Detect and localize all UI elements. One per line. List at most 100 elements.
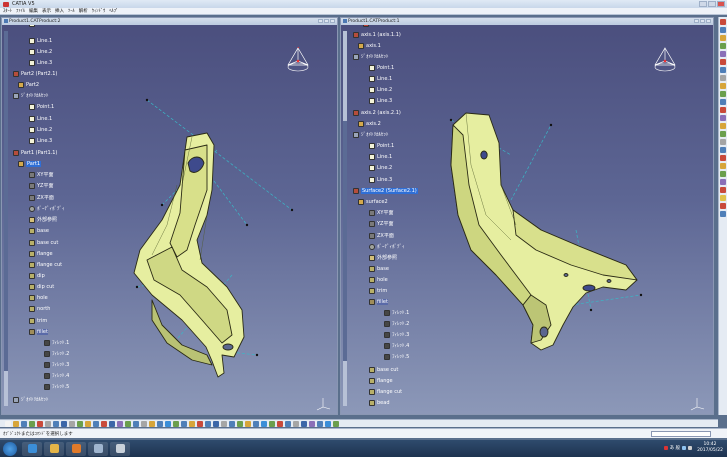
left-tree-node[interactable]: ｼﾞｵﾒﾄﾘｶﾙｾｯﾄ <box>13 396 49 403</box>
right-tree-node[interactable]: Line.2 <box>369 164 392 171</box>
right-tree-node[interactable]: ﾌｨﾚｯﾄ.4 <box>384 342 409 349</box>
left-window-close-button[interactable] <box>330 19 335 23</box>
bottom-toolbar-button-icon[interactable] <box>317 420 323 427</box>
right-toolbar-button-icon[interactable] <box>720 91 726 97</box>
right-toolbar-button-icon[interactable] <box>720 163 726 169</box>
left-tree-node[interactable]: 外部参照 <box>29 216 57 223</box>
right-tree-node[interactable]: Surface2 (Surface2.1) <box>353 187 418 194</box>
left-tree-node[interactable]: dip <box>29 272 45 279</box>
taskbar-ie-button[interactable] <box>22 441 42 456</box>
taskbar-app-button[interactable] <box>110 441 130 456</box>
right-tree-node[interactable]: Point.1 <box>369 64 394 71</box>
left-tree-node[interactable]: Line.2 <box>29 48 52 55</box>
right-toolbar-button-icon[interactable] <box>720 51 726 57</box>
bottom-toolbar-button-icon[interactable] <box>309 420 315 427</box>
bottom-toolbar-button-icon[interactable] <box>293 420 299 427</box>
bottom-toolbar-button-icon[interactable] <box>133 420 139 427</box>
bottom-toolbar-button-icon[interactable] <box>93 420 99 427</box>
left-tree-node[interactable]: Part1 <box>18 160 42 167</box>
bottom-toolbar-button-icon[interactable] <box>245 420 251 427</box>
bottom-toolbar-button-icon[interactable] <box>173 420 179 427</box>
bottom-toolbar-button-icon[interactable] <box>269 420 275 427</box>
bottom-toolbar-button-icon[interactable] <box>117 420 123 427</box>
bottom-toolbar-button-icon[interactable] <box>101 420 107 427</box>
left-tree-node[interactable]: Line.3 <box>29 137 52 144</box>
taskbar-clock[interactable]: 10:42 2017/05/22 <box>697 442 723 454</box>
right-tree-scrollbar[interactable] <box>343 31 347 406</box>
bottom-toolbar-button-icon[interactable] <box>213 420 219 427</box>
bottom-toolbar-button-icon[interactable] <box>277 420 283 427</box>
right-tree-node[interactable]: Product1 <box>363 25 393 27</box>
left-tree-node[interactable]: XY平面 <box>29 171 53 178</box>
right-tree-node[interactable]: Line.1 <box>369 153 392 160</box>
menu-item-1[interactable]: ﾌｧｲﾙ <box>16 8 25 14</box>
right-tree-node[interactable]: ﾌｨﾚｯﾄ.1 <box>384 309 409 316</box>
right-tree-node[interactable]: Line.1 <box>369 75 392 82</box>
menu-item-3[interactable]: 表示 <box>42 8 51 14</box>
bottom-toolbar-button-icon[interactable] <box>189 420 195 427</box>
left-tree-node[interactable]: Part2 (Part2.1) <box>13 70 57 77</box>
right-tree-node[interactable]: 外部参照 <box>369 254 397 261</box>
menu-item-4[interactable]: 挿入 <box>55 8 64 14</box>
right-toolbar-button-icon[interactable] <box>720 35 726 41</box>
right-toolbar-button-icon[interactable] <box>720 155 726 161</box>
right-toolbar-button-icon[interactable] <box>720 19 726 25</box>
right-toolbar-button-icon[interactable] <box>720 131 726 137</box>
bottom-toolbar-button-icon[interactable] <box>5 420 11 427</box>
command-input[interactable] <box>651 431 711 437</box>
left-tree-node[interactable]: ﾎﾞｰﾃﾞｨﾎﾞﾃﾞｨ <box>29 205 65 212</box>
right-toolbar-button-icon[interactable] <box>720 107 726 113</box>
bottom-toolbar-button-icon[interactable] <box>237 420 243 427</box>
minimize-button[interactable] <box>699 1 707 7</box>
bottom-toolbar-button-icon[interactable] <box>109 420 115 427</box>
right-tree-node[interactable]: hole <box>369 276 388 283</box>
bottom-toolbar-button-icon[interactable] <box>165 420 171 427</box>
bottom-toolbar-button-icon[interactable] <box>157 420 163 427</box>
right-toolbar-button-icon[interactable] <box>720 99 726 105</box>
right-toolbar-button-icon[interactable] <box>720 67 726 73</box>
left-tree-node[interactable]: ZX平面 <box>29 194 54 201</box>
left-tree-scroll-thumb[interactable] <box>4 31 8 371</box>
bottom-toolbar-button-icon[interactable] <box>285 420 291 427</box>
left-tree-node[interactable]: trim <box>29 317 47 324</box>
right-window-close-button[interactable] <box>706 19 711 23</box>
left-tree-node[interactable]: ﾌｨﾚｯﾄ.5 <box>44 383 69 390</box>
bottom-toolbar-button-icon[interactable] <box>61 420 67 427</box>
bottom-toolbar-button-icon[interactable] <box>149 420 155 427</box>
menu-item-0[interactable]: ｽﾀｰﾄ <box>3 8 12 14</box>
bottom-toolbar-button-icon[interactable] <box>261 420 267 427</box>
bottom-toolbar-button-icon[interactable] <box>77 420 83 427</box>
right-tree-node[interactable]: fillet <box>369 298 388 305</box>
bottom-toolbar-button-icon[interactable] <box>13 420 19 427</box>
bottom-toolbar-button-icon[interactable] <box>125 420 131 427</box>
right-toolbar-button-icon[interactable] <box>720 75 726 81</box>
left-tree-node[interactable]: flange <box>29 250 53 257</box>
left-tree-node[interactable]: Line.2 <box>29 126 52 133</box>
left-tree-node[interactable]: Line.1 <box>29 25 52 27</box>
maximize-button[interactable] <box>708 1 716 7</box>
bottom-toolbar-button-icon[interactable] <box>205 420 211 427</box>
right-tree-scroll-thumb[interactable] <box>343 121 347 361</box>
right-toolbar-button-icon[interactable] <box>720 27 726 33</box>
right-toolbar-button-icon[interactable] <box>720 187 726 193</box>
right-tree-node[interactable]: ﾌｨﾚｯﾄ.3 <box>384 331 409 338</box>
right-toolbar-button-icon[interactable] <box>720 195 726 201</box>
right-tree-node[interactable]: axis.2 <box>358 120 381 127</box>
left-tree-node[interactable]: ﾌｨﾚｯﾄ.4 <box>44 372 69 379</box>
menu-item-6[interactable]: 解析 <box>79 8 88 14</box>
right-compass-icon[interactable] <box>653 47 677 73</box>
left-tree-node[interactable]: ｼﾞｵﾒﾄﾘｶﾙｾｯﾄ <box>13 92 49 99</box>
menu-item-8[interactable]: ﾍﾙﾌﾟ <box>109 8 118 14</box>
right-toolbar-button-icon[interactable] <box>720 123 726 129</box>
menu-item-2[interactable]: 編集 <box>29 8 38 14</box>
left-tree-scrollbar[interactable] <box>4 31 8 406</box>
right-tree-node[interactable]: trim <box>369 287 387 294</box>
right-toolbar-button-icon[interactable] <box>720 115 726 121</box>
bottom-toolbar-button-icon[interactable] <box>53 420 59 427</box>
right-3d-viewport[interactable]: Product1 axis.1 (axis.1.1) axis.1 ｼﾞｵﾒﾄﾘｶﾙｾ… <box>341 25 713 414</box>
start-button[interactable] <box>3 441 17 456</box>
right-tree-node[interactable]: Line.2 <box>369 86 392 93</box>
right-toolbar-button-icon[interactable] <box>720 203 726 209</box>
left-tree-node[interactable]: dip cut <box>29 283 54 290</box>
left-bracket-part[interactable] <box>133 132 245 378</box>
